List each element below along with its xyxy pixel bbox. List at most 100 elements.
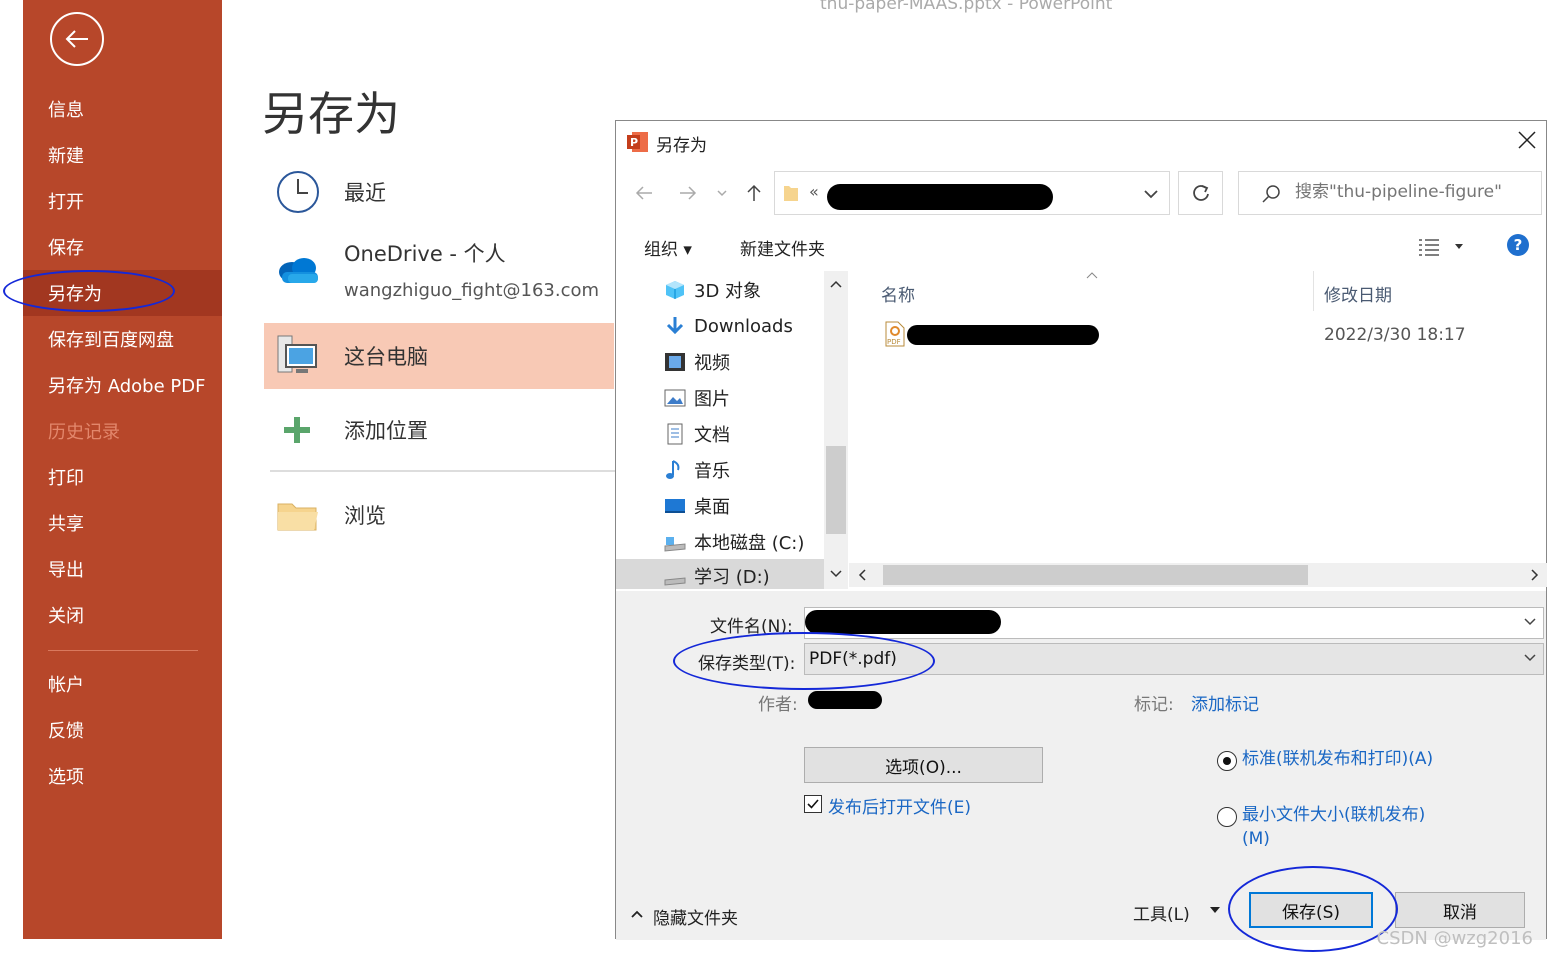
help-icon[interactable]: ? <box>1507 234 1529 256</box>
sidebar-item-options[interactable]: 选项 <box>23 753 222 799</box>
scrollbar-thumb[interactable] <box>883 565 1308 585</box>
up-arrow-icon[interactable] <box>744 183 764 203</box>
column-header-modified[interactable]: 修改日期 <box>1324 281 1392 306</box>
optimize-standard-radio[interactable] <box>1217 751 1237 771</box>
scroll-right-icon[interactable] <box>1530 569 1540 581</box>
forward-arrow-icon[interactable] <box>678 183 698 203</box>
sidebar-item-open[interactable]: 打开 <box>23 178 222 224</box>
refresh-button[interactable] <box>1178 171 1223 215</box>
sidebar-item-info[interactable]: 信息 <box>23 86 222 132</box>
sidebar-item-export[interactable]: 导出 <box>23 546 222 592</box>
refresh-icon <box>1192 185 1209 201</box>
tree-item-label: 图片 <box>694 389 730 410</box>
tree-item-desktop[interactable]: 桌面 <box>664 489 730 523</box>
view-options-icon[interactable] <box>1417 237 1441 257</box>
search-box[interactable] <box>1238 171 1542 215</box>
onedrive-cloud-icon <box>279 258 318 283</box>
dialog-title: 另存为 <box>656 136 707 156</box>
powerpoint-app-icon: P <box>627 132 648 152</box>
scrollbar-thumb[interactable] <box>826 446 846 534</box>
location-browse-label: 浏览 <box>344 504 386 528</box>
sidebar-item-save-as-adobe-pdf[interactable]: 另存为 Adobe PDF <box>23 362 222 408</box>
close-icon[interactable] <box>1516 129 1538 151</box>
file-list: 名称 修改日期 PDF 2022/3/30 18:17 <box>849 271 1547 591</box>
view-dropdown-chevron-icon[interactable] <box>1454 243 1464 251</box>
save-type-dropdown-chevron-icon <box>1524 654 1536 662</box>
tree-item-3d-objects[interactable]: 3D 对象 <box>664 273 761 307</box>
filename-dropdown-chevron-icon[interactable] <box>1523 614 1537 628</box>
sidebar-item-account[interactable]: 帐户 <box>23 661 222 707</box>
tools-dropdown-icon[interactable] <box>1209 906 1221 914</box>
3d-objects-icon <box>664 279 686 301</box>
checkmark-icon <box>807 799 819 809</box>
annotation-circle-save-as <box>3 270 175 312</box>
tree-item-label: 本地磁盘 (C:) <box>694 533 805 554</box>
watermark: CSDN @wzg2016 <box>1376 928 1533 949</box>
location-browse[interactable]: 浏览 <box>264 482 614 548</box>
sidebar-item-save[interactable]: 保存 <box>23 224 222 270</box>
navigation-pane: 3D 对象 Downloads 视频 图片 文档 音乐 桌面 本地磁盘 (C:)… <box>616 271 848 589</box>
sidebar-item-print[interactable]: 打印 <box>23 454 222 500</box>
address-bar[interactable]: « <box>774 171 1170 215</box>
filename-input[interactable] <box>804 607 1544 639</box>
computer-icon <box>277 335 317 373</box>
tree-item-drive-d[interactable]: 学习 (D:) <box>616 559 826 589</box>
optimize-min-size-label[interactable]: 最小文件大小(联机发布)(M) <box>1242 803 1442 851</box>
sidebar-item-feedback[interactable]: 反馈 <box>23 707 222 753</box>
back-button[interactable] <box>50 12 104 66</box>
clock-icon <box>277 171 319 213</box>
sidebar-item-share[interactable]: 共享 <box>23 500 222 546</box>
back-arrow-icon[interactable] <box>634 183 654 203</box>
drive-icon <box>664 531 686 553</box>
tree-item-music[interactable]: 音乐 <box>664 453 730 487</box>
tags-label: 标记: <box>1134 695 1174 715</box>
folder-icon <box>277 503 318 531</box>
column-header-name[interactable]: 名称 <box>881 281 915 306</box>
cancel-button[interactable]: 取消 <box>1395 892 1525 928</box>
tree-item-label: Downloads <box>694 315 793 337</box>
window-title: thu-paper-MAAS.pptx - PowerPoint <box>820 0 1113 14</box>
column-separator[interactable] <box>1313 271 1314 311</box>
location-this-pc[interactable]: 这台电脑 <box>264 323 614 389</box>
tools-menu[interactable]: 工具(L) <box>1133 900 1190 925</box>
sidebar-item-new[interactable]: 新建 <box>23 132 222 178</box>
tree-item-documents[interactable]: 文档 <box>664 417 730 451</box>
tree-item-label: 学习 (D:) <box>694 567 770 588</box>
optimize-min-size-radio[interactable] <box>1217 807 1237 827</box>
chevron-up-icon[interactable] <box>630 909 644 919</box>
navigation-pane-scrollbar[interactable] <box>824 271 848 589</box>
hide-folders-toggle[interactable]: 隐藏文件夹 <box>653 904 738 929</box>
pdf-file-icon: PDF <box>885 321 905 347</box>
search-icon <box>1262 185 1280 203</box>
new-folder-button[interactable]: 新建文件夹 <box>740 235 825 260</box>
scroll-down-icon[interactable] <box>830 569 842 579</box>
back-arrow-icon <box>65 30 88 48</box>
locations-divider <box>270 470 615 472</box>
optimize-standard-label[interactable]: 标准(联机发布和打印)(A) <box>1242 747 1442 771</box>
drive-icon <box>664 565 686 587</box>
location-add-place-label: 添加位置 <box>344 419 428 443</box>
sidebar-item-save-to-baidu[interactable]: 保存到百度网盘 <box>23 316 222 362</box>
search-input[interactable] <box>1295 182 1535 202</box>
open-after-publish-checkbox[interactable] <box>804 795 822 813</box>
recent-locations-chevron-icon[interactable] <box>716 187 728 199</box>
scroll-left-icon[interactable] <box>857 569 867 581</box>
tree-item-pictures[interactable]: 图片 <box>664 381 730 415</box>
tree-item-drive-c[interactable]: 本地磁盘 (C:) <box>664 525 804 559</box>
tree-item-videos[interactable]: 视频 <box>664 345 730 379</box>
organize-menu[interactable]: 组织 ▾ <box>644 235 692 260</box>
add-tags-link[interactable]: 添加标记 <box>1191 690 1259 715</box>
redacted-author <box>808 691 882 709</box>
sidebar-item-close[interactable]: 关闭 <box>23 592 222 638</box>
tree-item-downloads[interactable]: Downloads <box>664 309 793 343</box>
scroll-up-icon[interactable] <box>830 279 842 289</box>
redacted-file-name <box>907 325 1099 345</box>
redacted-path <box>827 184 1053 210</box>
file-list-scrollbar[interactable] <box>849 563 1547 587</box>
tree-item-label: 视频 <box>694 353 730 374</box>
open-after-publish-label[interactable]: 发布后打开文件(E) <box>828 793 971 818</box>
location-recent[interactable]: 最近 <box>264 159 614 225</box>
location-add-place[interactable]: 添加位置 <box>264 397 614 463</box>
options-button[interactable]: 选项(O)... <box>804 747 1043 783</box>
address-dropdown-chevron-icon[interactable] <box>1143 188 1159 200</box>
